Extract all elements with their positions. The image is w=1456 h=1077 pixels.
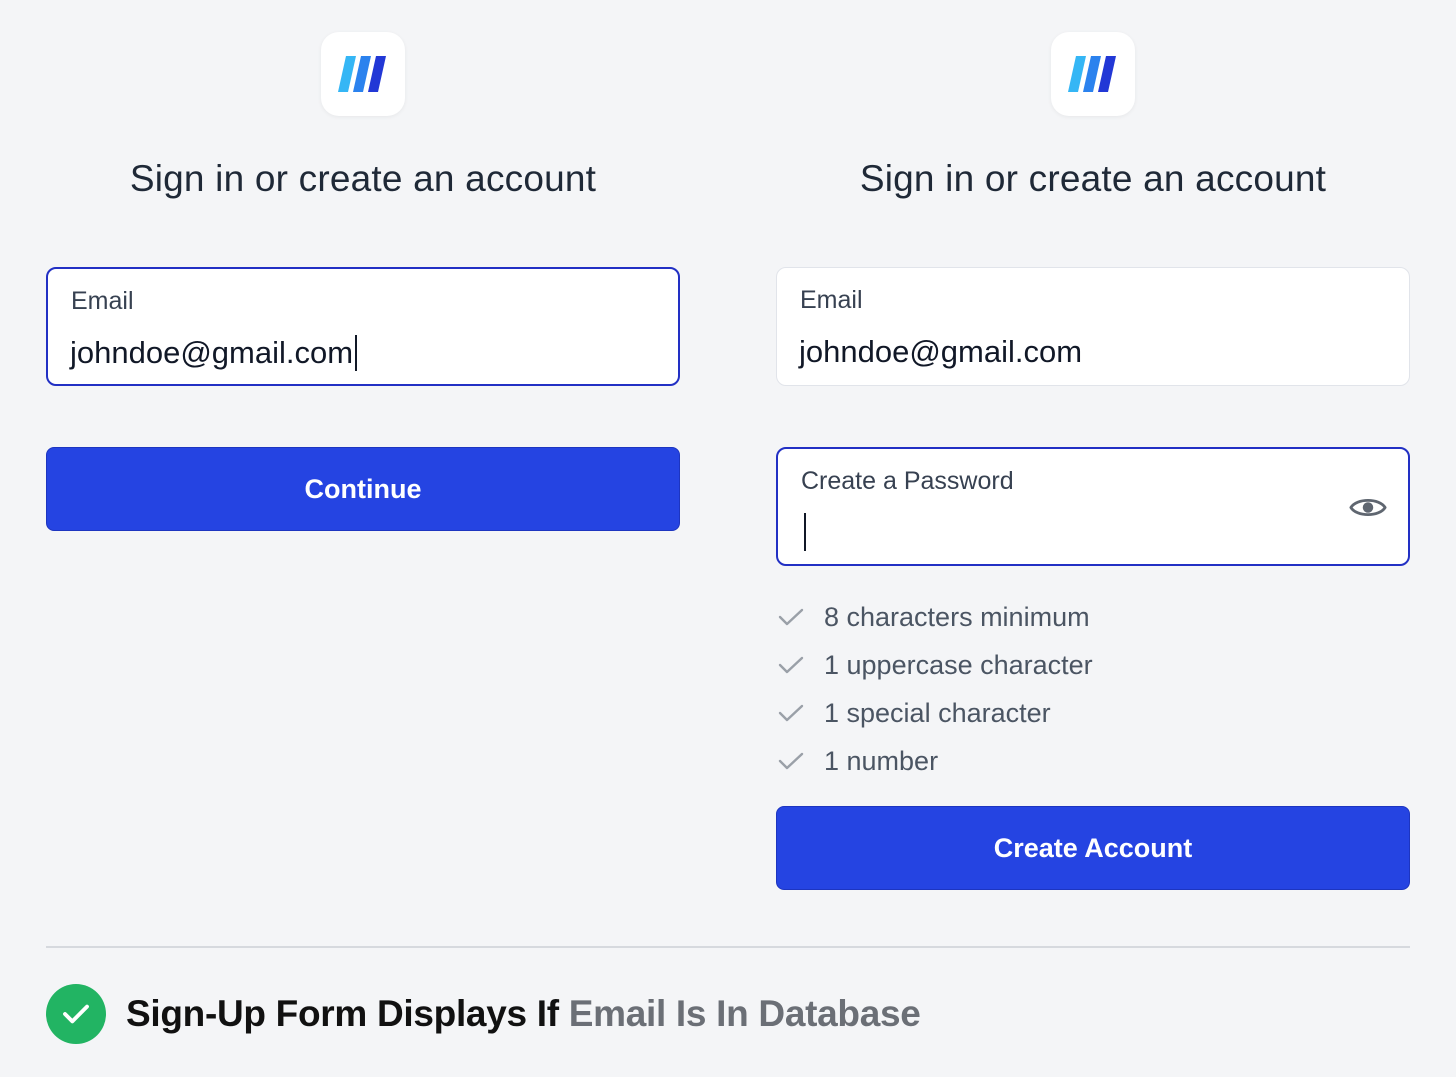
caption-text: Sign-Up Form Displays If Email Is In Dat… bbox=[126, 993, 921, 1035]
caption: Sign-Up Form Displays If Email Is In Dat… bbox=[46, 984, 921, 1044]
email-value: johndoe@gmail.com bbox=[799, 334, 1083, 369]
caption-text-dark: Sign-Up Form Displays If bbox=[126, 993, 559, 1034]
check-circle-icon bbox=[46, 984, 106, 1044]
page-title: Sign in or create an account bbox=[859, 158, 1327, 199]
check-icon bbox=[778, 605, 808, 629]
password-requirements: 8 characters minimum 1 uppercase charact… bbox=[776, 593, 1093, 785]
requirement-item: 1 number bbox=[776, 737, 1093, 785]
password-label: Create a Password bbox=[801, 467, 1014, 495]
logo-stripes bbox=[338, 56, 386, 92]
divider bbox=[46, 946, 1410, 948]
email-value: johndoe@gmail.com bbox=[70, 335, 354, 370]
check-icon bbox=[778, 653, 808, 677]
check-icon bbox=[778, 749, 808, 773]
continue-button[interactable]: Continue bbox=[46, 447, 680, 531]
text-caret bbox=[355, 335, 358, 371]
caption-text-muted: Email Is In Database bbox=[568, 993, 921, 1034]
password-field[interactable]: Create a Password bbox=[776, 447, 1410, 566]
email-label: Email bbox=[71, 287, 134, 315]
check-icon bbox=[778, 701, 808, 725]
show-password-toggle[interactable] bbox=[1348, 489, 1388, 525]
app-logo-icon bbox=[321, 32, 405, 116]
logo-stripes bbox=[1068, 56, 1116, 92]
requirement-text: 1 uppercase character bbox=[824, 649, 1093, 680]
requirement-item: 8 characters minimum bbox=[776, 593, 1093, 641]
requirement-text: 8 characters minimum bbox=[824, 601, 1090, 632]
email-label: Email bbox=[800, 286, 863, 314]
create-account-button[interactable]: Create Account bbox=[776, 806, 1410, 890]
app-logo-icon bbox=[1051, 32, 1135, 116]
text-caret bbox=[804, 513, 806, 551]
requirement-text: 1 number bbox=[824, 745, 939, 776]
password-input[interactable] bbox=[804, 513, 806, 551]
email-input[interactable]: johndoe@gmail.com bbox=[70, 335, 358, 371]
email-input[interactable]: johndoe@gmail.com bbox=[799, 334, 1082, 370]
page-title: Sign in or create an account bbox=[129, 158, 597, 199]
requirement-item: 1 uppercase character bbox=[776, 641, 1093, 689]
requirement-text: 1 special character bbox=[824, 697, 1051, 728]
requirement-item: 1 special character bbox=[776, 689, 1093, 737]
email-field[interactable]: Email johndoe@gmail.com bbox=[46, 267, 680, 386]
eye-icon bbox=[1349, 498, 1387, 516]
email-field[interactable]: Email johndoe@gmail.com bbox=[776, 267, 1410, 386]
